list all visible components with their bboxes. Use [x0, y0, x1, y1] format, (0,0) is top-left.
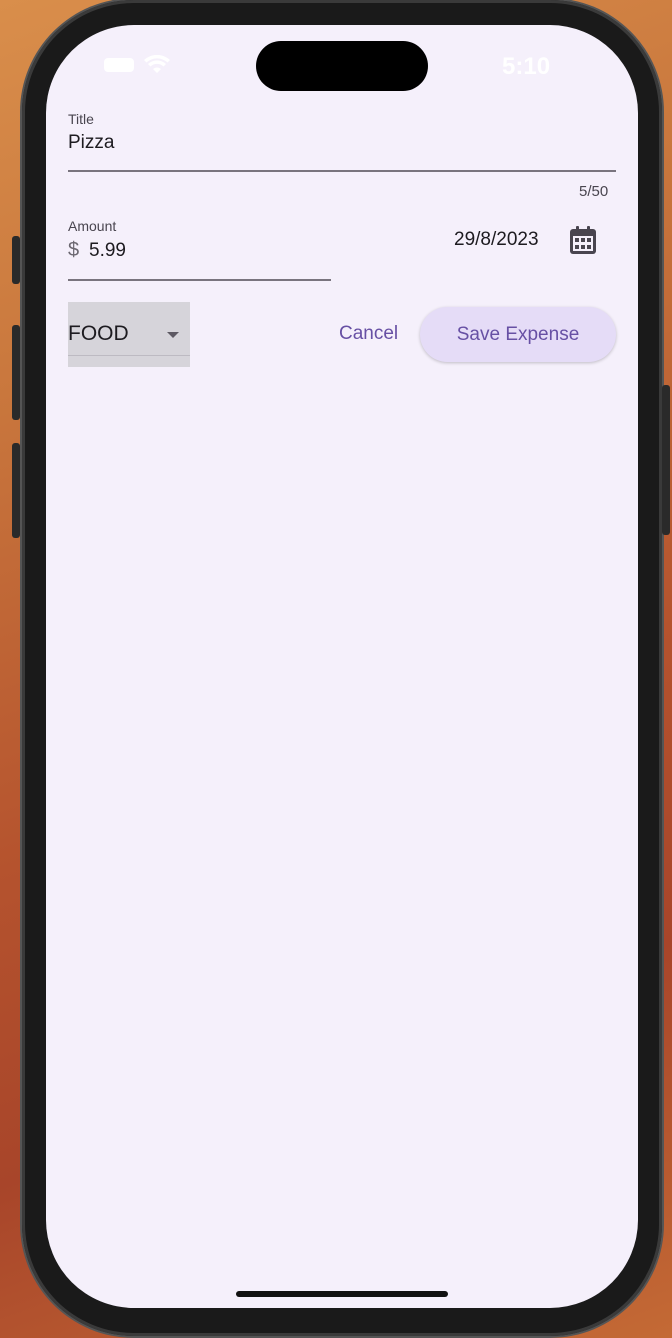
- status-bar-icons: [104, 55, 170, 75]
- title-field-underline: [68, 170, 616, 172]
- title-char-counter: 5/50: [579, 183, 609, 200]
- calendar-icon[interactable]: [569, 225, 597, 255]
- phone-volume-down-button: [12, 443, 20, 538]
- category-dropdown[interactable]: FOOD: [68, 302, 190, 367]
- dynamic-island: [256, 41, 428, 91]
- phone-volume-up-button: [12, 325, 20, 420]
- amount-field-underline: [68, 279, 331, 281]
- wifi-icon: [144, 55, 170, 73]
- title-field-label: Title: [68, 111, 94, 127]
- cancel-button[interactable]: Cancel: [329, 310, 408, 358]
- dropdown-underline: [68, 355, 190, 356]
- save-expense-button[interactable]: Save Expense: [420, 307, 616, 362]
- amount-input[interactable]: 5.99: [89, 240, 329, 270]
- dropdown-arrow-icon: [167, 332, 179, 338]
- phone-side-button: [12, 236, 20, 284]
- selected-date: 29/8/2023: [454, 229, 539, 250]
- home-indicator[interactable]: [236, 1291, 448, 1297]
- status-time: 5:10: [502, 53, 551, 80]
- app-screen: 5:10 Title Pizza 5/50 Amount $ 5.99 29/8…: [46, 25, 638, 1308]
- currency-prefix: $: [68, 239, 80, 261]
- title-input[interactable]: Pizza: [68, 132, 616, 162]
- battery-icon: [104, 58, 134, 72]
- amount-field-label: Amount: [68, 218, 117, 234]
- phone-power-button: [662, 385, 670, 535]
- category-dropdown-value: FOOD: [68, 322, 129, 345]
